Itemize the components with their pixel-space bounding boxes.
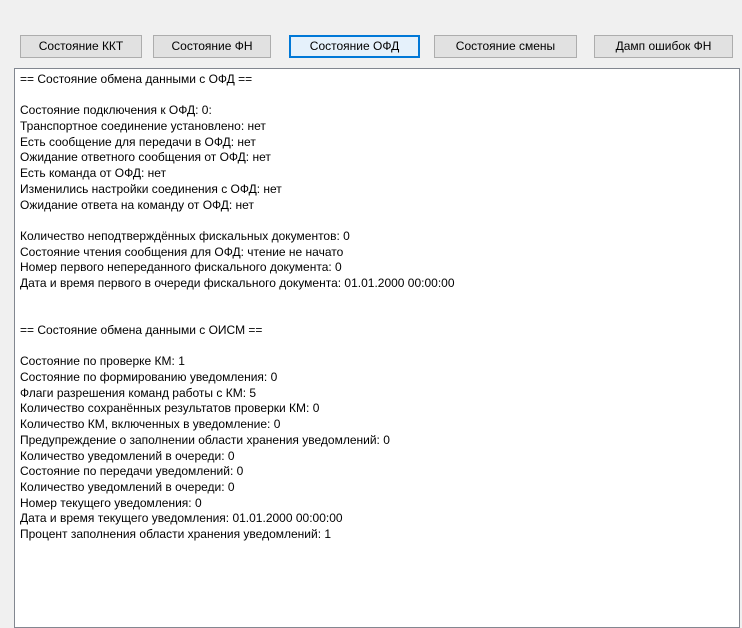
output-line: Количество КМ, включенных в уведомление:…: [20, 417, 281, 432]
status-output-textbox[interactable]: == Состояние обмена данными с ОФД == Сос…: [14, 68, 740, 628]
output-line: Изменились настройки соединения с ОФД: н…: [20, 181, 282, 196]
output-line: Количество уведомлений в очереди: 0: [20, 448, 235, 463]
output-line: Состояние по передачи уведомлений: 0: [20, 464, 244, 479]
output-line: Количество уведомлений в очереди: 0: [20, 479, 235, 494]
output-line: == Состояние обмена данными с ОИСМ ==: [20, 323, 263, 337]
output-line: Флаги разрешения команд работы с КМ: 5: [20, 385, 257, 400]
output-line: Дата и время первого в очереди фискально…: [20, 275, 455, 290]
ofd-status-button[interactable]: Состояние ОФД: [289, 35, 420, 58]
output-line: Количество сохранённых результатов прове…: [20, 401, 320, 416]
shift-status-button[interactable]: Состояние смены: [434, 35, 577, 58]
output-line: Процент заполнения области хранения увед…: [20, 526, 332, 541]
output-line: Состояние чтения сообщения для ОФД: чтен…: [20, 244, 344, 259]
output-line: Предупреждение о заполнении области хран…: [20, 432, 390, 447]
fn-status-button[interactable]: Состояние ФН: [153, 35, 271, 58]
output-line: Есть команда от ОФД: нет: [20, 166, 167, 181]
output-line: Состояние по проверке КМ: 1: [20, 354, 185, 369]
output-line: Дата и время текущего уведомления: 01.01…: [20, 511, 343, 526]
output-line: Ожидание ответного сообщения от ОФД: нет: [20, 150, 271, 165]
output-line: Есть сообщение для передачи в ОФД: нет: [20, 134, 256, 149]
output-line: Номер текущего уведомления: 0: [20, 495, 202, 510]
output-line: == Состояние обмена данными с ОФД ==: [20, 72, 253, 86]
kkt-status-button[interactable]: Состояние ККТ: [20, 35, 142, 58]
output-line: Транспортное соединение установлено: нет: [20, 119, 266, 134]
output-line: Ожидание ответа на команду от ОФД: нет: [20, 197, 254, 212]
fn-error-dump-button[interactable]: Дамп ошибок ФН: [594, 35, 733, 58]
output-line: Количество неподтверждённых фискальных д…: [20, 228, 350, 243]
output-line: Состояние подключения к ОФД: 0:: [20, 103, 212, 118]
output-line: Номер первого непереданного фискального …: [20, 260, 342, 275]
output-line: Состояние по формированию уведомления: 0: [20, 370, 278, 385]
